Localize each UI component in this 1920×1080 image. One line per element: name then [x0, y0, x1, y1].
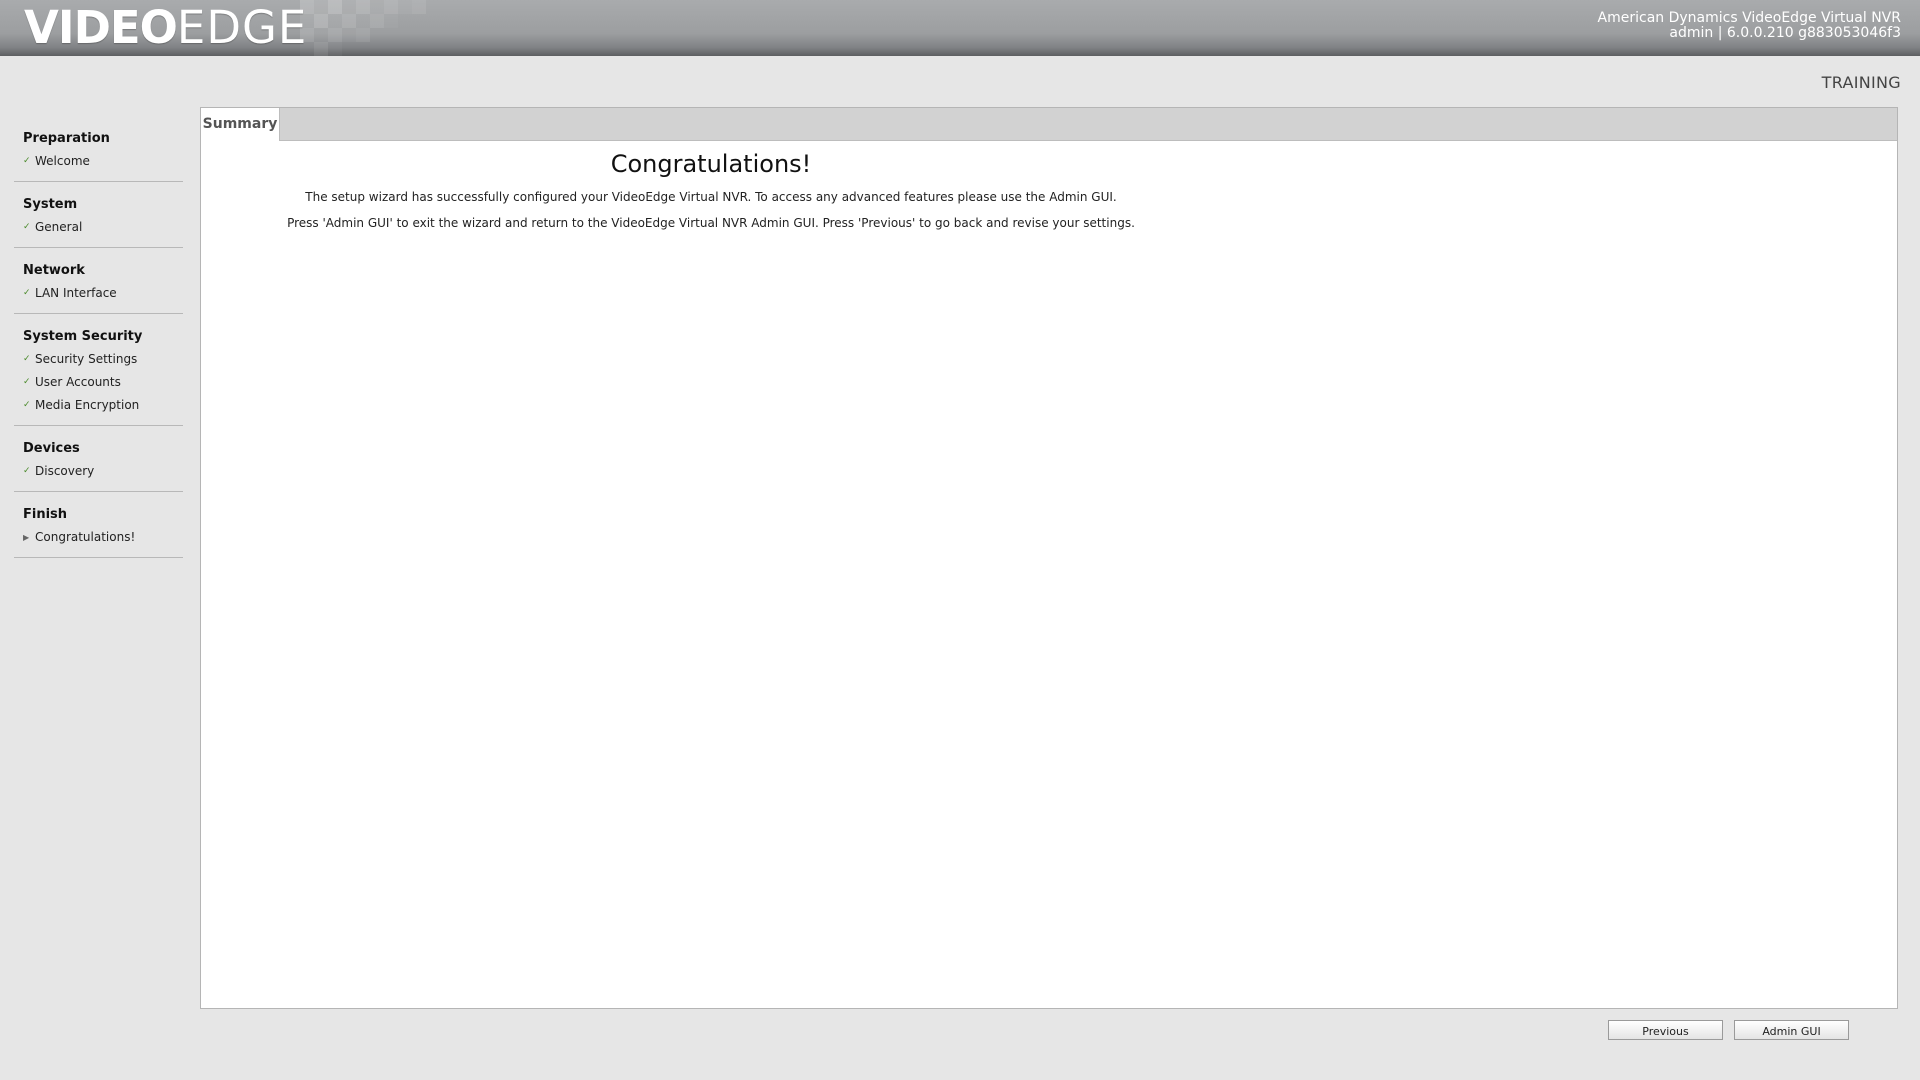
sidebar-item-label: User Accounts — [35, 375, 121, 389]
sidebar-item-label: LAN Interface — [35, 286, 117, 300]
product-name: American Dynamics VideoEdge Virtual NVR — [1597, 10, 1901, 26]
arrow-right-icon: ▶ — [23, 533, 30, 542]
header-pattern — [300, 0, 426, 56]
sidebar-item-label: Security Settings — [35, 352, 138, 366]
summary-panel: Summary Congratulations! The setup wizar… — [200, 107, 1898, 1009]
sidebar-item-label: Welcome — [35, 154, 90, 168]
check-icon: ✓ — [23, 222, 31, 232]
section-title: Network — [23, 263, 85, 278]
sidebar-item-label: Congratulations! — [35, 530, 136, 544]
header-info: American Dynamics VideoEdge Virtual NVR … — [1598, 11, 1901, 41]
header-bar: VIDEOEDGE American Dynamics VideoEdge Vi… — [0, 0, 1920, 56]
sidebar-item-congratulations[interactable]: ▶ Congratulations! — [14, 526, 183, 549]
section-title: Devices — [23, 441, 80, 456]
user-version: admin | 6.0.0.210 g883053046f3 — [1669, 25, 1901, 41]
mode-label: TRAINING — [1821, 73, 1901, 92]
sidebar-item-media-encryption[interactable]: ✓ Media Encryption — [14, 394, 183, 417]
summary-text-line-2: Press 'Admin GUI' to exit the wizard and… — [287, 216, 1135, 230]
section-title: System Security — [23, 329, 143, 344]
sidebar-item-label: Media Encryption — [35, 398, 140, 412]
section-finish: Finish ▶ Congratulations! — [14, 504, 183, 558]
logo-thin-text: EDGE — [176, 1, 308, 54]
section-title: Preparation — [23, 131, 110, 146]
sidebar-item-lan-interface[interactable]: ✓ LAN Interface — [14, 282, 183, 305]
sidebar-item-discovery[interactable]: ✓ Discovery — [14, 460, 183, 483]
wizard-sidebar: Preparation ✓ Welcome System ✓ General N… — [14, 124, 183, 570]
sidebar-item-security-settings[interactable]: ✓ Security Settings — [14, 348, 183, 371]
check-icon: ✓ — [23, 400, 31, 410]
check-icon: ✓ — [23, 377, 31, 387]
summary-text-line-1: The setup wizard has successfully config… — [305, 190, 1117, 204]
check-icon: ✓ — [23, 288, 31, 298]
tab-bar: Summary — [201, 108, 1897, 141]
sidebar-item-welcome[interactable]: ✓ Welcome — [14, 150, 183, 173]
page-title: Congratulations! — [610, 150, 812, 178]
section-system: System ✓ General — [14, 194, 183, 248]
section-network: Network ✓ LAN Interface — [14, 260, 183, 314]
sidebar-item-general[interactable]: ✓ General — [14, 216, 183, 239]
sidebar-item-label: General — [35, 220, 83, 234]
check-icon: ✓ — [23, 354, 31, 364]
section-system-security: System Security ✓ Security Settings ✓ Us… — [14, 326, 183, 426]
logo-bold-text: VIDEO — [24, 1, 178, 54]
admin-gui-button[interactable]: Admin GUI — [1734, 1020, 1849, 1040]
tab-summary[interactable]: Summary — [201, 108, 280, 141]
section-title: Finish — [23, 507, 68, 522]
section-devices: Devices ✓ Discovery — [14, 438, 183, 492]
check-icon: ✓ — [23, 156, 31, 166]
videoedge-logo: VIDEOEDGE — [24, 2, 307, 54]
previous-button[interactable]: Previous — [1608, 1020, 1723, 1040]
check-icon: ✓ — [23, 466, 31, 476]
section-title: System — [23, 197, 78, 212]
sidebar-item-user-accounts[interactable]: ✓ User Accounts — [14, 371, 183, 394]
sidebar-item-label: Discovery — [35, 464, 95, 478]
section-preparation: Preparation ✓ Welcome — [14, 128, 183, 182]
